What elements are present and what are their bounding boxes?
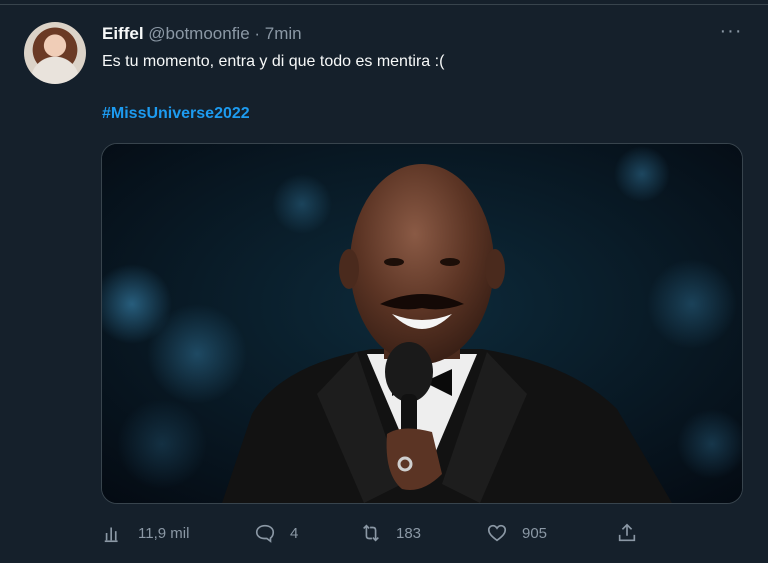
- share-button[interactable]: [616, 518, 638, 548]
- tweet-header: Eiffel @botmoonfie · 7min: [102, 24, 302, 44]
- divider: [0, 4, 768, 5]
- like-icon: [487, 524, 507, 542]
- like-count: 905: [522, 524, 548, 542]
- tweet-timestamp[interactable]: · 7min: [254, 24, 301, 43]
- views-button[interactable]: 11,9 mil: [102, 518, 189, 548]
- analytics-icon: [104, 527, 118, 543]
- reply-count: 4: [290, 524, 299, 542]
- avatar[interactable]: [24, 22, 86, 84]
- author-handle[interactable]: @botmoonfie: [148, 24, 249, 43]
- retweet-button[interactable]: 183: [360, 518, 421, 548]
- action-bar: 11,9 mil 4 183 905: [102, 518, 662, 548]
- reply-button[interactable]: 4: [254, 518, 298, 548]
- media-illustration: [102, 144, 742, 503]
- tweet[interactable]: Eiffel @botmoonfie · 7min ··· Es tu mome…: [0, 0, 768, 563]
- author-name[interactable]: Eiffel: [102, 24, 144, 43]
- reply-icon: [255, 524, 275, 543]
- tweet-media-image[interactable]: [101, 143, 743, 504]
- hashtag-link[interactable]: #MissUniverse2022: [102, 104, 250, 124]
- retweet-count: 183: [396, 524, 422, 542]
- tweet-text: Es tu momento, entra y di que todo es me…: [102, 53, 445, 70]
- views-count: 11,9 mil: [138, 524, 190, 542]
- like-button[interactable]: 905: [486, 518, 547, 548]
- share-icon: [618, 523, 636, 542]
- retweet-icon: [363, 524, 379, 542]
- more-icon[interactable]: ···: [718, 21, 744, 44]
